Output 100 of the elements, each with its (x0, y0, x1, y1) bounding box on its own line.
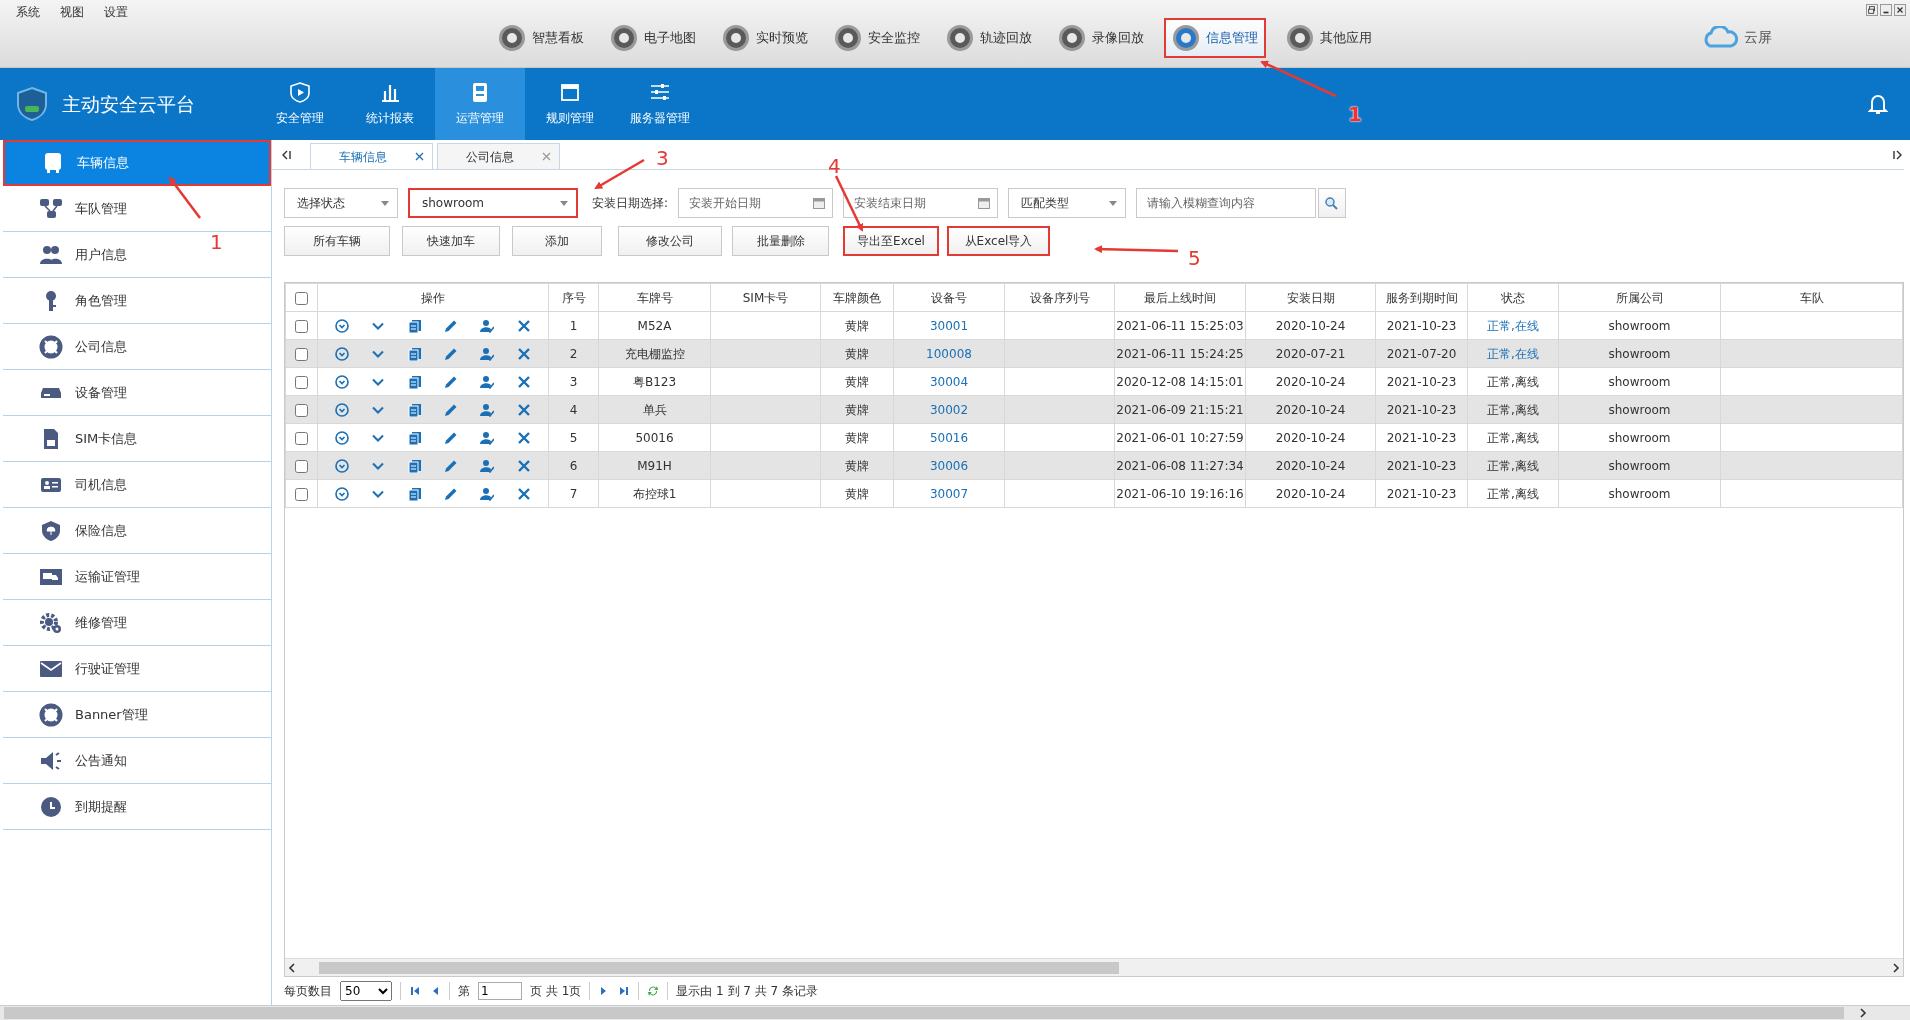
toolbar-button[interactable]: 实时预览 (716, 19, 814, 56)
user-check-icon[interactable] (480, 486, 495, 501)
pencil-icon[interactable] (444, 458, 459, 473)
action-button[interactable]: 修改公司 (618, 226, 722, 256)
date-field[interactable]: 安装开始日期 (678, 188, 834, 218)
select-all-checkbox[interactable] (295, 291, 308, 305)
action-button[interactable]: 添加 (512, 226, 602, 256)
copy-icon[interactable] (407, 458, 422, 473)
device-link[interactable]: 30002 (893, 395, 1005, 424)
circle-chevron-icon[interactable] (335, 346, 350, 361)
circle-chevron-icon[interactable] (335, 458, 350, 473)
pencil-icon[interactable] (444, 430, 459, 445)
device-link[interactable]: 50016 (893, 423, 1005, 452)
toolbar-button[interactable]: 其他应用 (1280, 19, 1378, 56)
user-check-icon[interactable] (480, 374, 495, 389)
date-field[interactable]: 安装结束日期 (843, 188, 999, 218)
pencil-icon[interactable] (444, 402, 459, 417)
toolbar-button[interactable]: 信息管理 (1164, 17, 1266, 58)
toolbar-button[interactable]: 电子地图 (604, 19, 702, 56)
delete-icon[interactable] (516, 486, 531, 501)
action-button[interactable]: 导出至Excel (843, 226, 939, 256)
circle-chevron-icon[interactable] (335, 402, 350, 417)
bell-icon[interactable] (1868, 93, 1888, 115)
copy-icon[interactable] (407, 430, 422, 445)
search-field[interactable]: 请输入模糊查询内容 (1136, 188, 1317, 218)
copy-icon[interactable] (407, 486, 422, 501)
calendar-icon[interactable] (978, 197, 991, 209)
row-checkbox[interactable] (295, 319, 308, 333)
row-checkbox[interactable] (295, 431, 308, 445)
delete-icon[interactable] (516, 430, 531, 445)
sidebar-item[interactable]: 车辆信息 (3, 140, 271, 186)
user-check-icon[interactable] (480, 318, 495, 333)
delete-icon[interactable] (516, 318, 531, 333)
device-link[interactable]: 30004 (893, 367, 1005, 396)
copy-icon[interactable] (407, 346, 422, 361)
status-dropdown[interactable]: 选择状态 (284, 188, 398, 218)
pencil-icon[interactable] (444, 318, 459, 333)
pencil-icon[interactable] (444, 346, 459, 361)
nav-tab[interactable]: 安全管理 (255, 68, 345, 140)
company-dropdown[interactable]: showroom (408, 188, 578, 218)
scrollbar-thumb[interactable] (319, 961, 1119, 974)
row-checkbox[interactable] (295, 403, 308, 417)
user-check-icon[interactable] (480, 346, 495, 361)
page-size-select[interactable]: 50 (340, 981, 392, 1001)
toolbar-button[interactable]: 智慧看板 (492, 19, 590, 56)
delete-icon[interactable] (516, 346, 531, 361)
page-field[interactable]: 1 (478, 982, 522, 1000)
match-type-dropdown[interactable]: 匹配类型 (1008, 188, 1127, 218)
scrollbar-thumb[interactable] (4, 1007, 1844, 1019)
row-checkbox[interactable] (295, 375, 308, 389)
user-check-icon[interactable] (480, 458, 495, 473)
delete-icon[interactable] (516, 458, 531, 473)
toolbar-button[interactable]: 轨迹回放 (940, 19, 1038, 56)
nav-tab[interactable]: 服务器管理 (615, 68, 705, 140)
row-checkbox[interactable] (295, 347, 308, 361)
action-button[interactable]: 快速加车 (402, 226, 500, 256)
calendar-icon[interactable] (813, 197, 826, 209)
pencil-icon[interactable] (444, 486, 459, 501)
device-link[interactable]: 100008 (893, 339, 1005, 368)
action-button[interactable]: 批量删除 (732, 226, 829, 256)
delete-icon[interactable] (516, 402, 531, 417)
row-checkbox[interactable] (295, 459, 308, 473)
nav-tab[interactable]: 统计报表 (345, 68, 435, 140)
device-link[interactable]: 30001 (893, 311, 1005, 340)
expand-icon[interactable] (1892, 148, 1904, 161)
close-icon[interactable] (415, 152, 424, 161)
pencil-icon[interactable] (444, 374, 459, 389)
copy-icon[interactable] (407, 402, 422, 417)
device-link[interactable]: 30007 (893, 479, 1005, 508)
collapse-icon[interactable] (280, 148, 292, 161)
search-button[interactable] (1318, 188, 1347, 218)
delete-icon[interactable] (516, 374, 531, 389)
row-checkbox[interactable] (295, 487, 308, 501)
circle-chevron-icon[interactable] (335, 430, 350, 445)
last-page-icon[interactable] (618, 985, 631, 997)
user-check-icon[interactable] (480, 430, 495, 445)
circle-chevron-icon[interactable] (335, 374, 350, 389)
table-cell: 2021-06-01 10:27:59 (1114, 423, 1246, 452)
nav-tab[interactable]: 规则管理 (525, 68, 615, 140)
minimize-icon[interactable] (1880, 4, 1892, 16)
action-button[interactable]: 从Excel导入 (947, 226, 1050, 256)
menu-item[interactable]: 设置 (104, 3, 128, 21)
refresh-icon[interactable] (647, 985, 660, 997)
toolbar-button[interactable]: 录像回放 (1052, 19, 1150, 56)
toolbar-button[interactable]: 安全监控 (828, 19, 926, 56)
close-icon[interactable] (1894, 4, 1906, 16)
tab[interactable]: 公司信息 (437, 143, 560, 169)
tab[interactable]: 车辆信息 (310, 143, 433, 169)
first-page-icon[interactable] (409, 985, 421, 997)
menu-item[interactable]: 视图 (60, 3, 84, 21)
circle-chevron-icon[interactable] (335, 318, 350, 333)
user-check-icon[interactable] (480, 402, 495, 417)
menu-item[interactable]: 系统 (16, 3, 40, 21)
restore-icon[interactable] (1866, 4, 1878, 16)
copy-icon[interactable] (407, 318, 422, 333)
disc-icon (1172, 23, 1200, 52)
circle-chevron-icon[interactable] (335, 486, 350, 501)
copy-icon[interactable] (407, 374, 422, 389)
device-link[interactable]: 30006 (893, 451, 1005, 480)
action-button[interactable]: 所有车辆 (284, 226, 390, 256)
